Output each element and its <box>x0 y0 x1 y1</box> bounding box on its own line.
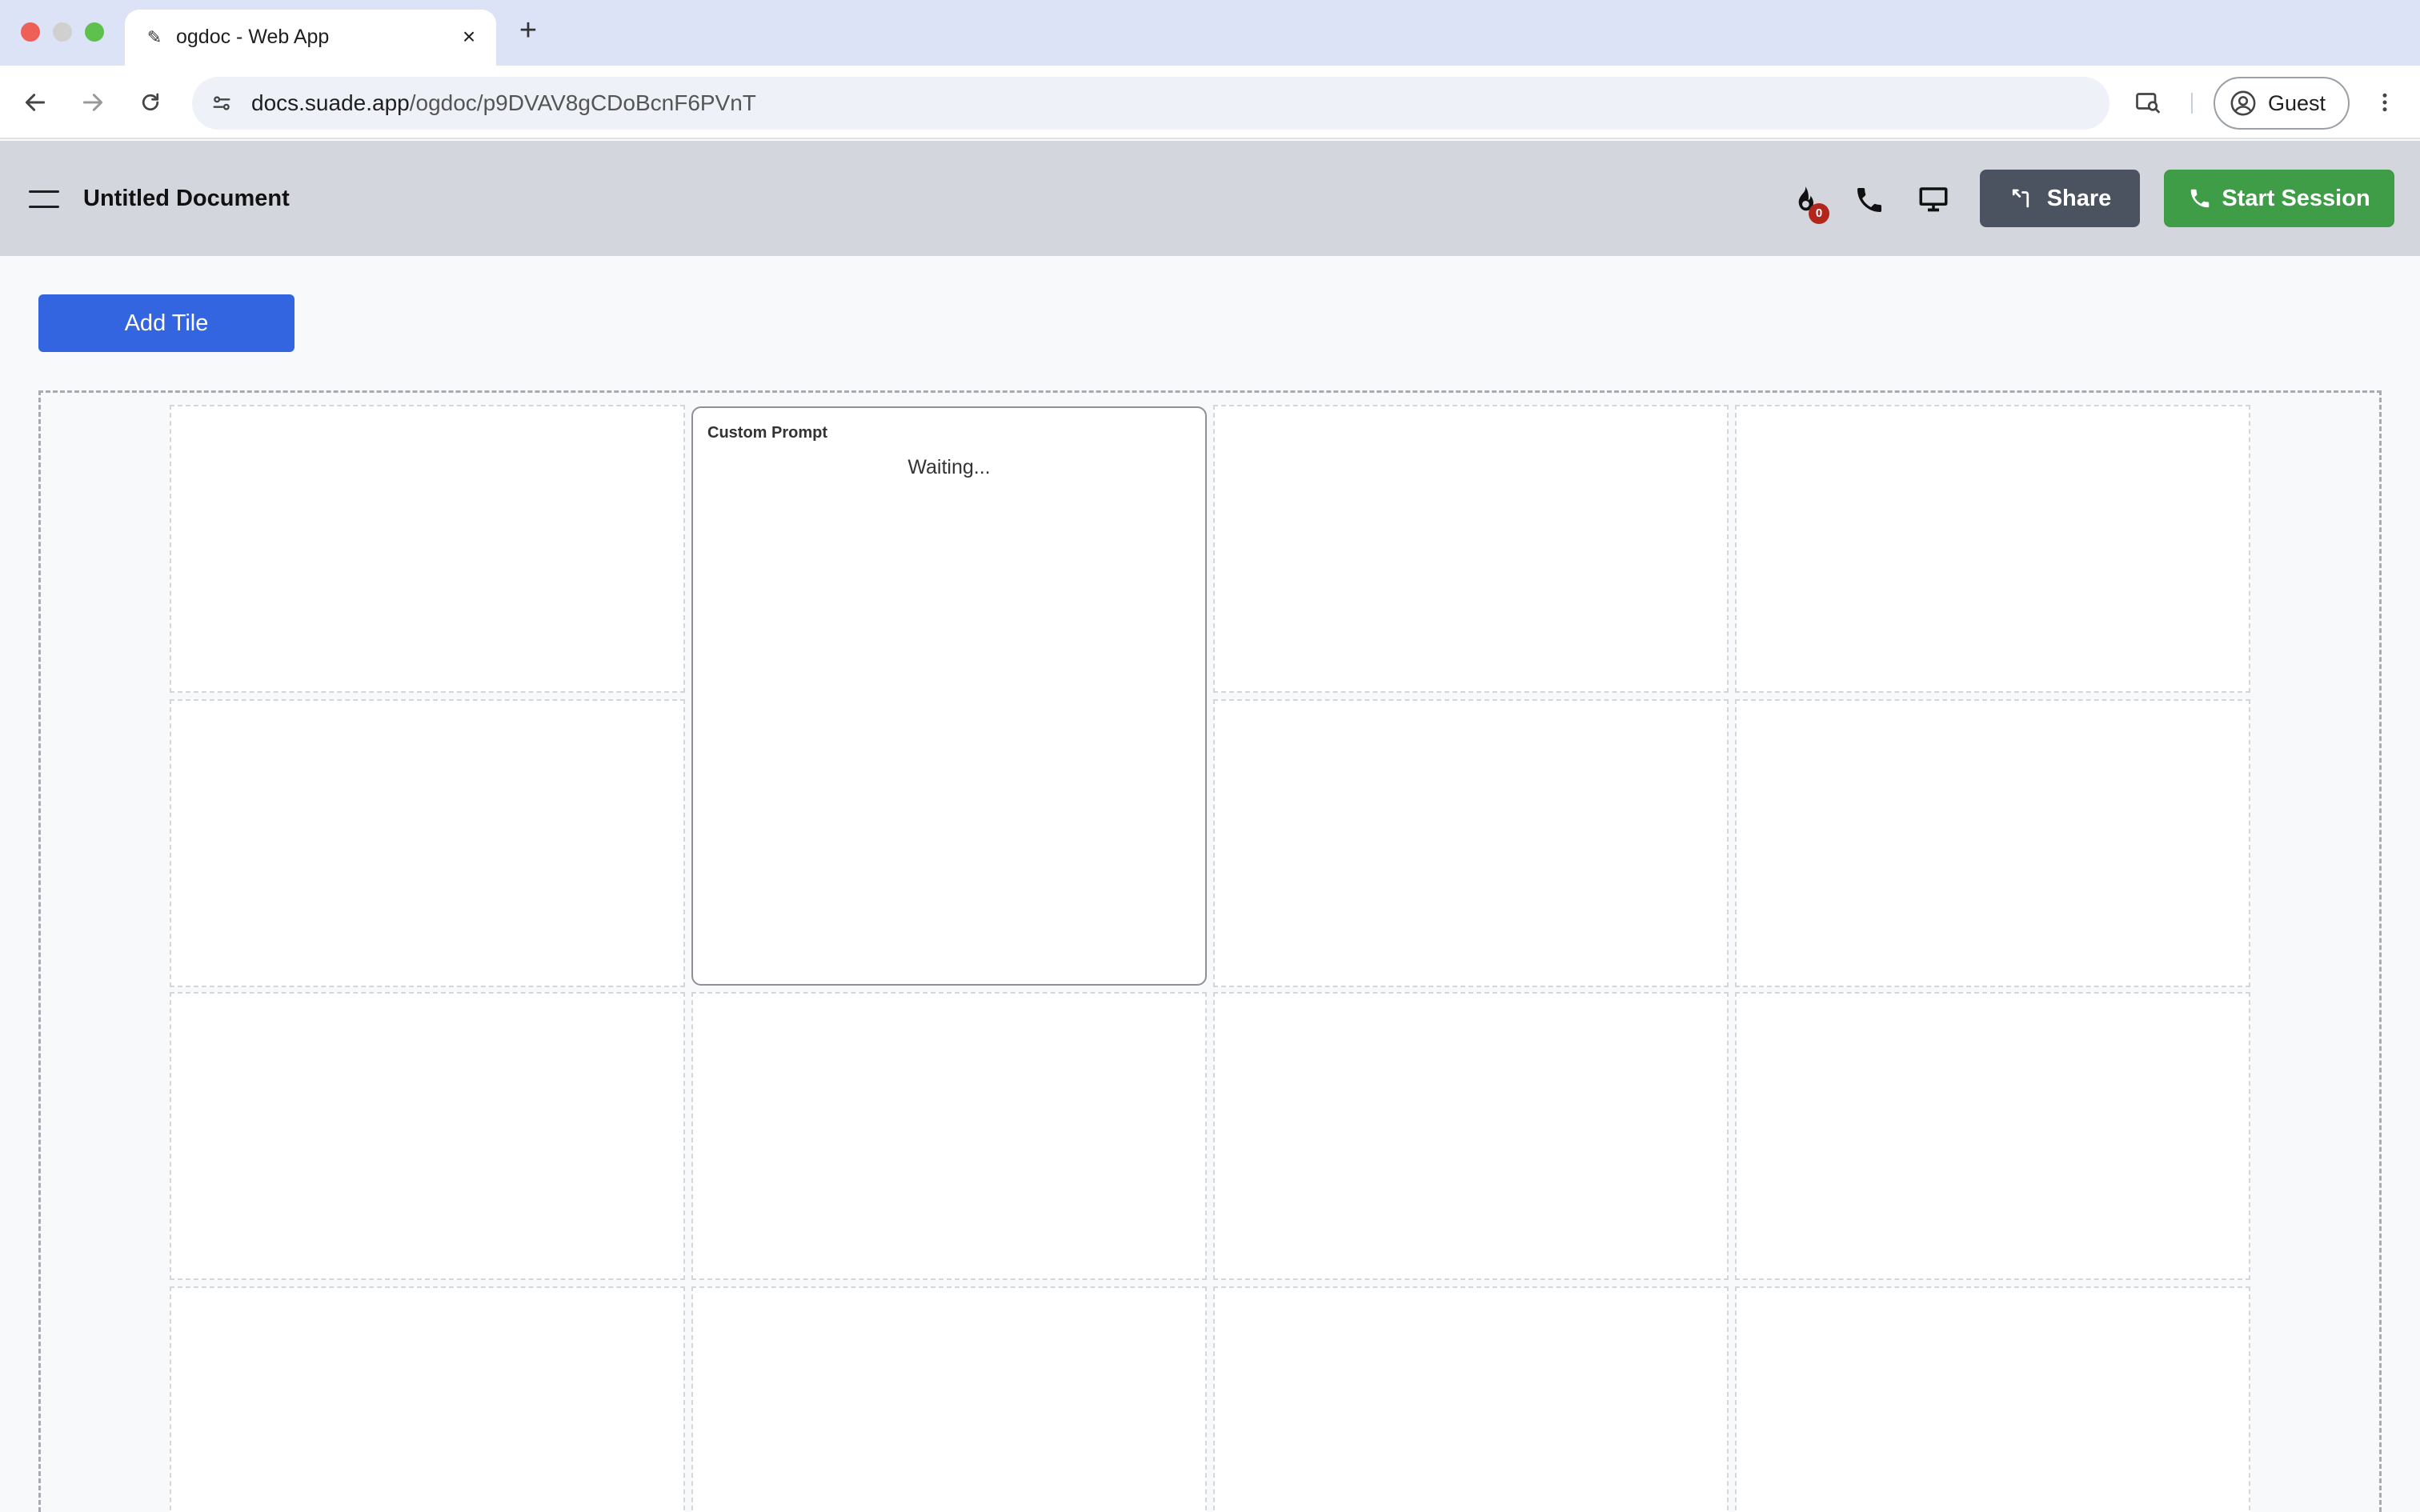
tile-title: Custom Prompt <box>707 424 827 442</box>
empty-grid-cell[interactable] <box>170 699 685 987</box>
toolbar-divider <box>2191 93 2193 114</box>
url-host: docs.suade.app <box>251 90 410 115</box>
fire-icon[interactable]: 0 <box>1785 179 1829 224</box>
monitor-icon[interactable] <box>1913 179 1954 221</box>
address-bar[interactable]: docs.suade.app/ogdoc/p9DVAV8gCDoBcnF6PVn… <box>192 77 2109 130</box>
url-path: /ogdoc/p9DVAV8gCDoBcnF6PVnT <box>409 90 756 115</box>
profile-label: Guest <box>2268 90 2326 115</box>
app-header: Untitled Document 0 Share Start Session <box>0 141 2420 256</box>
empty-grid-cell[interactable] <box>691 992 1207 1280</box>
url-text: docs.suade.app/ogdoc/p9DVAV8gCDoBcnF6PVn… <box>251 90 756 117</box>
favicon-icon: ✎ <box>146 27 162 47</box>
empty-grid-cell[interactable] <box>1735 699 2250 987</box>
phone-icon[interactable] <box>1849 179 1890 221</box>
forward-arrow-icon[interactable] <box>74 83 112 122</box>
start-session-label: Start Session <box>2222 185 2370 211</box>
custom-prompt-tile[interactable]: Custom Prompt Waiting... <box>691 406 1207 986</box>
back-arrow-icon[interactable] <box>16 83 54 122</box>
browser-tab-strip: ✎ ogdoc - Web App × + <box>0 0 2420 66</box>
share-label: Share <box>2046 185 2112 211</box>
empty-grid-cell[interactable] <box>1213 405 1729 693</box>
share-icon <box>2012 189 2029 208</box>
lens-icon[interactable] <box>2129 83 2167 122</box>
empty-grid-cell[interactable] <box>691 1286 1207 1512</box>
new-tab-button[interactable]: + <box>512 14 544 46</box>
more-vert-icon[interactable] <box>2366 83 2404 122</box>
phone-icon <box>2191 189 2210 208</box>
reload-icon[interactable] <box>131 83 170 122</box>
empty-grid-cell[interactable] <box>170 1286 685 1512</box>
empty-grid-cell[interactable] <box>170 405 685 693</box>
empty-grid-cell[interactable] <box>1213 699 1729 987</box>
fire-count-badge: 0 <box>1809 203 1829 224</box>
browser-toolbar: docs.suade.app/ogdoc/p9DVAV8gCDoBcnF6PVn… <box>0 66 2420 139</box>
tile-status: Waiting... <box>908 456 991 478</box>
window-minimize-button[interactable] <box>53 22 72 42</box>
start-session-button[interactable]: Start Session <box>2164 170 2394 227</box>
share-button[interactable]: Share <box>1980 170 2140 227</box>
empty-grid-cell[interactable] <box>1213 1286 1729 1512</box>
tab-title: ogdoc - Web App <box>176 26 330 48</box>
empty-grid-cell[interactable] <box>1213 992 1729 1280</box>
empty-grid-cell[interactable] <box>170 992 685 1280</box>
browser-tab[interactable]: ✎ ogdoc - Web App × <box>125 10 496 66</box>
empty-grid-cell[interactable] <box>1735 405 2250 693</box>
window-maximize-button[interactable] <box>85 22 104 42</box>
profile-button[interactable]: Guest <box>2214 77 2350 130</box>
profile-icon <box>2230 90 2256 116</box>
hamburger-icon[interactable] <box>29 187 59 211</box>
site-info-icon[interactable] <box>206 88 237 118</box>
empty-grid-cell[interactable] <box>1735 1286 2250 1512</box>
add-tile-button[interactable]: Add Tile <box>38 294 294 352</box>
window-close-button[interactable] <box>21 22 40 42</box>
tab-close-icon[interactable]: × <box>456 24 482 50</box>
empty-grid-cell[interactable] <box>1735 992 2250 1280</box>
document-title[interactable]: Untitled Document <box>83 182 290 214</box>
